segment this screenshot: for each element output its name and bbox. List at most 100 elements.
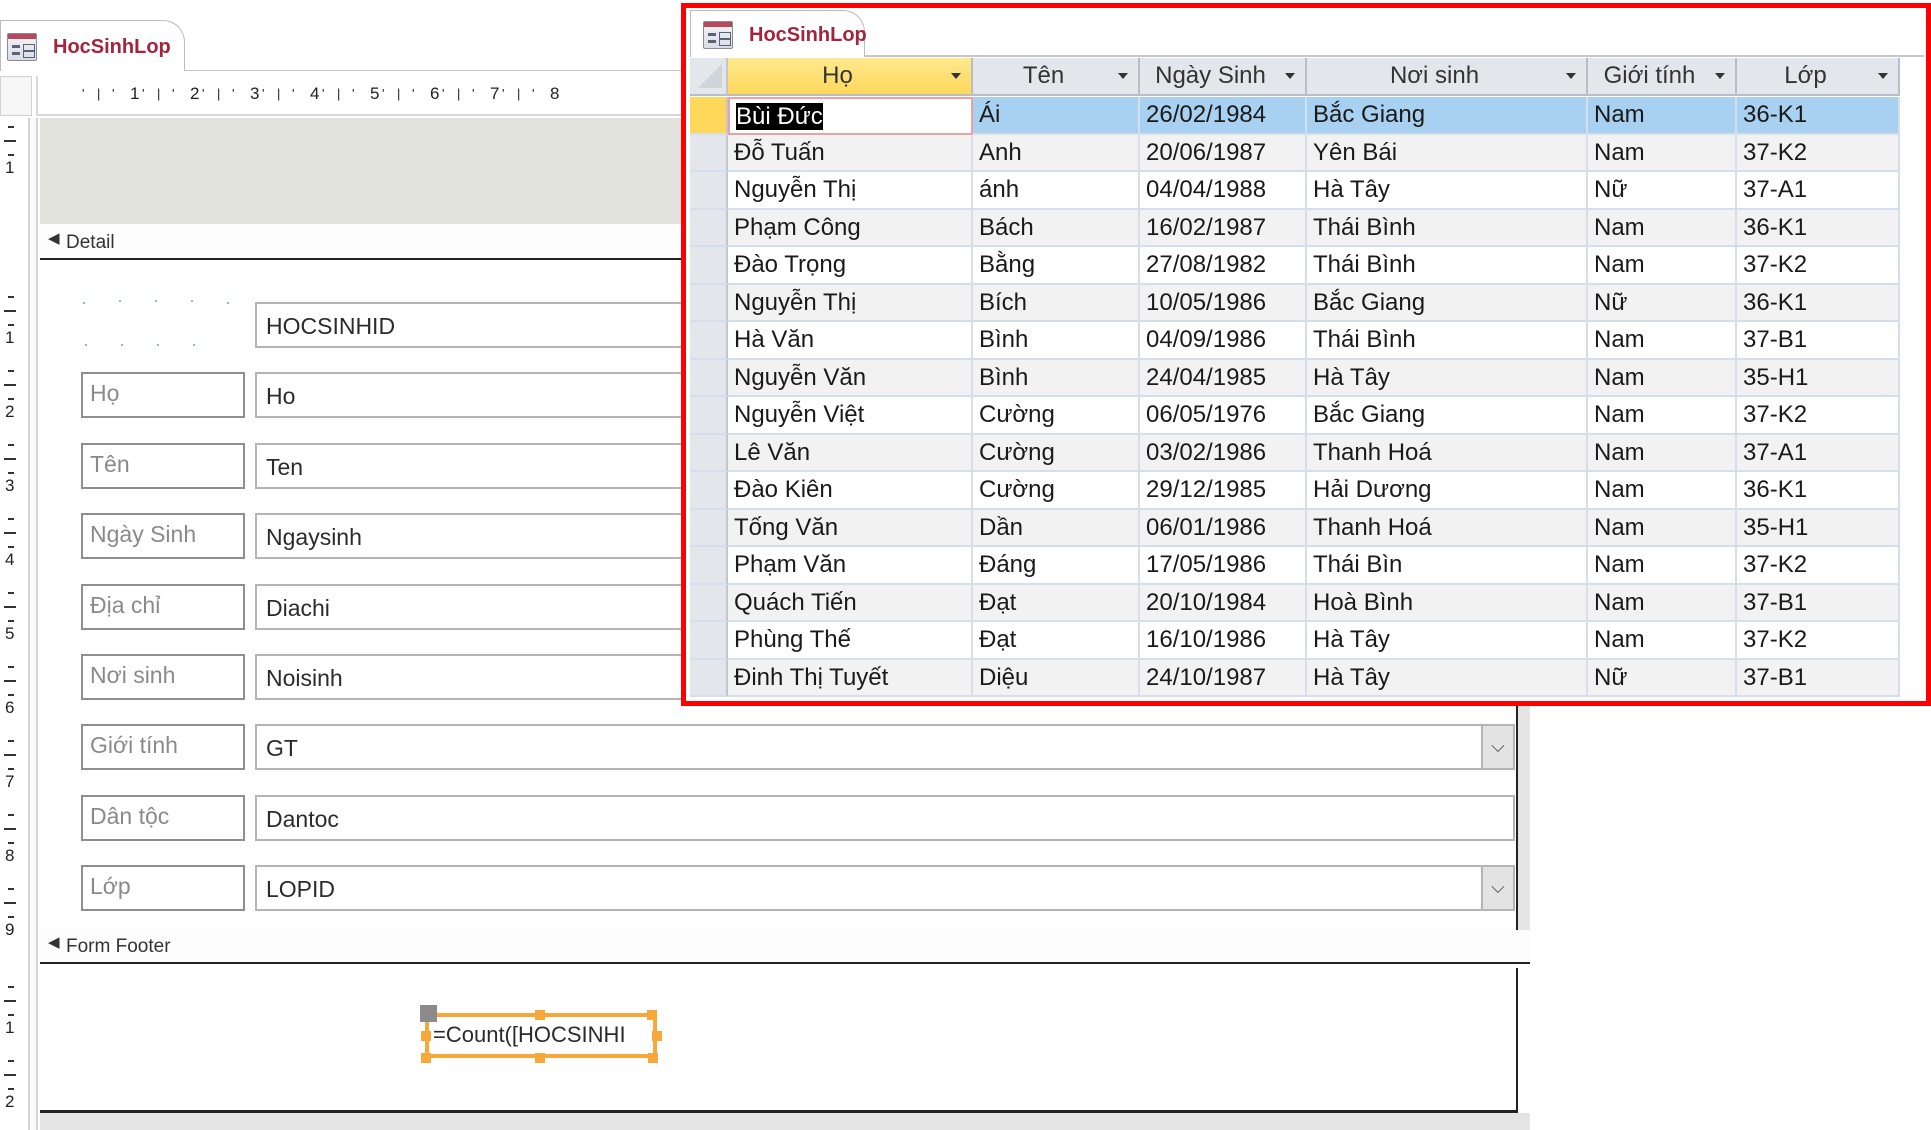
record-selector[interactable]: [690, 284, 728, 322]
textbox-control[interactable]: Ho: [255, 372, 695, 419]
table-row[interactable]: Phạm Công Bách 16/02/1987 Thái Bình Nam 36-K1: [690, 209, 1900, 247]
table-cell[interactable]: Nam: [1588, 622, 1737, 660]
table-row[interactable]: Nguyễn Việt Cường 06/05/1976 Bắc Giang Nam 37…: [690, 397, 1900, 435]
column-header[interactable]: Tên: [973, 58, 1140, 96]
table-cell[interactable]: Nữ: [1588, 659, 1737, 697]
table-row[interactable]: Phùng Thế Đạt 16/10/1986 Hà Tây Nam 37-K2: [690, 622, 1900, 660]
table-cell[interactable]: 36-K1: [1737, 284, 1900, 322]
table-cell[interactable]: 37-K2: [1737, 547, 1900, 585]
table-cell[interactable]: Tống Văn: [728, 509, 973, 547]
table-cell[interactable]: 27/08/1982: [1140, 247, 1307, 285]
table-row[interactable]: Đào Trọng Bằng 27/08/1982 Thái Bình Nam 37-K2: [690, 247, 1900, 285]
table-cell[interactable]: 04/09/1986: [1140, 322, 1307, 360]
table-cell[interactable]: Nam: [1588, 247, 1737, 285]
table-cell[interactable]: Thái Bình: [1307, 247, 1588, 285]
field-label[interactable]: Địa chỉ: [81, 583, 245, 630]
table-cell[interactable]: Nguyễn Thị: [728, 172, 973, 210]
table-cell[interactable]: Đào Kiên: [728, 472, 973, 510]
horizontal-ruler[interactable]: ' | ' 1 ' | ' 2 ' | ' 3 ' | ' 4 ' | ' 5 ' | ' 6 ' | ' 7 ' | ' 8: [36, 76, 690, 116]
table-cell[interactable]: Nam: [1588, 134, 1737, 172]
sort-filter-dropdown-icon[interactable]: [1285, 73, 1295, 79]
textbox-control[interactable]: Ten: [255, 442, 695, 489]
table-row[interactable]: Đào Kiên Cường 29/12/1985 Hải Dương Nam 36-K1: [690, 472, 1900, 510]
editing-cell[interactable]: Bùi Đức: [728, 97, 973, 135]
column-header[interactable]: Lớp: [1737, 58, 1900, 96]
table-cell[interactable]: 37-K2: [1737, 247, 1900, 285]
table-cell[interactable]: Nam: [1588, 547, 1737, 585]
table-cell[interactable]: Bắc Giang: [1307, 284, 1588, 322]
table-cell[interactable]: 06/01/1986: [1140, 509, 1307, 547]
resize-handle[interactable]: [421, 1053, 431, 1063]
record-selector[interactable]: [690, 659, 728, 697]
table-cell[interactable]: 37-K2: [1737, 397, 1900, 435]
table-row[interactable]: Đỗ Tuấn Anh 20/06/1987 Yên Bái Nam 37-K2: [690, 134, 1900, 172]
table-cell[interactable]: Bích: [973, 284, 1140, 322]
table-cell[interactable]: 26/02/1984: [1140, 97, 1307, 135]
table-row[interactable]: Nguyễn Thị Bích 10/05/1986 Bắc Giang Nữ 36-K1: [690, 284, 1900, 322]
field-label[interactable]: Ngày Sinh: [81, 513, 245, 560]
record-selector[interactable]: [690, 472, 728, 510]
table-cell[interactable]: Thanh Hoá: [1307, 509, 1588, 547]
textbox-control[interactable]: Ngaysinh: [255, 513, 695, 560]
table-cell[interactable]: Phạm Công: [728, 209, 973, 247]
record-selector[interactable]: [690, 322, 728, 360]
select-all-button[interactable]: [690, 58, 728, 96]
field-label[interactable]: Nơi sinh: [81, 654, 245, 700]
detail-section-bar[interactable]: ◀ Detail: [40, 226, 690, 258]
table-cell[interactable]: Hải Dương: [1307, 472, 1588, 510]
table-cell[interactable]: 36-K1: [1737, 472, 1900, 510]
table-cell[interactable]: 35-H1: [1737, 359, 1900, 397]
record-selector[interactable]: [690, 97, 728, 135]
field-label[interactable]: Lớp: [81, 865, 245, 912]
table-cell[interactable]: 37-K2: [1737, 134, 1900, 172]
table-cell[interactable]: Bình: [973, 322, 1140, 360]
table-cell[interactable]: Nam: [1588, 584, 1737, 622]
table-cell[interactable]: 16/10/1986: [1140, 622, 1307, 660]
chevron-down-icon[interactable]: ⌵: [1481, 726, 1513, 769]
resize-handle[interactable]: [648, 1053, 658, 1063]
table-cell[interactable]: Phạm Văn: [728, 547, 973, 585]
table-cell[interactable]: Nam: [1588, 359, 1737, 397]
table-cell[interactable]: 37-B1: [1737, 659, 1900, 697]
column-header[interactable]: Ngày Sinh: [1140, 58, 1307, 96]
table-cell[interactable]: Thái Bình: [1307, 322, 1588, 360]
table-cell[interactable]: Quách Tiến: [728, 584, 973, 622]
table-cell[interactable]: Bình: [973, 359, 1140, 397]
table-cell[interactable]: Lê Văn: [728, 434, 973, 472]
vertical-ruler[interactable]: 1 1 2 3 4 5 6 7 8 9 1 2: [0, 118, 24, 1130]
table-cell[interactable]: Bắc Giang: [1307, 397, 1588, 435]
table-cell[interactable]: Dần: [973, 509, 1140, 547]
table-cell[interactable]: Nam: [1588, 97, 1737, 135]
resize-handle[interactable]: [535, 1053, 545, 1063]
table-cell[interactable]: Hà Tây: [1307, 172, 1588, 210]
combobox-control[interactable]: GT ⌵: [255, 724, 1515, 771]
column-header[interactable]: Nơi sinh: [1307, 58, 1588, 96]
resize-handle[interactable]: [421, 1031, 431, 1041]
sort-filter-dropdown-icon[interactable]: [1566, 73, 1576, 79]
table-cell[interactable]: 37-A1: [1737, 172, 1900, 210]
table-cell[interactable]: Nam: [1588, 472, 1737, 510]
table-cell[interactable]: 36-K1: [1737, 209, 1900, 247]
table-cell[interactable]: Đạt: [973, 584, 1140, 622]
table-cell[interactable]: Anh: [973, 134, 1140, 172]
table-cell[interactable]: Hà Tây: [1307, 659, 1588, 697]
table-row[interactable]: Hà Văn Bình 04/09/1986 Thái Bình Nam 37-B1: [690, 322, 1900, 360]
table-cell[interactable]: Bằng: [973, 247, 1140, 285]
table-cell[interactable]: Hà Văn: [728, 322, 973, 360]
textbox-control[interactable]: HOCSINHID: [255, 302, 695, 348]
table-cell[interactable]: Hà Tây: [1307, 359, 1588, 397]
table-cell[interactable]: 37-B1: [1737, 322, 1900, 360]
table-cell[interactable]: 17/05/1986: [1140, 547, 1307, 585]
record-selector[interactable]: [690, 247, 728, 285]
record-selector[interactable]: [690, 209, 728, 247]
table-cell[interactable]: 04/04/1988: [1140, 172, 1307, 210]
table-cell[interactable]: 36-K1: [1737, 97, 1900, 135]
table-cell[interactable]: 03/02/1986: [1140, 434, 1307, 472]
resize-handle[interactable]: [535, 1010, 545, 1020]
table-cell[interactable]: Phùng Thế: [728, 622, 973, 660]
table-cell[interactable]: Nguyễn Thị: [728, 284, 973, 322]
table-row[interactable]: Bùi Đức Ái 26/02/1984 Bắc Giang Nam 36-K1: [690, 97, 1900, 135]
sort-filter-dropdown-icon[interactable]: [951, 73, 961, 79]
table-cell[interactable]: 37-B1: [1737, 584, 1900, 622]
table-cell[interactable]: Diệu: [973, 659, 1140, 697]
